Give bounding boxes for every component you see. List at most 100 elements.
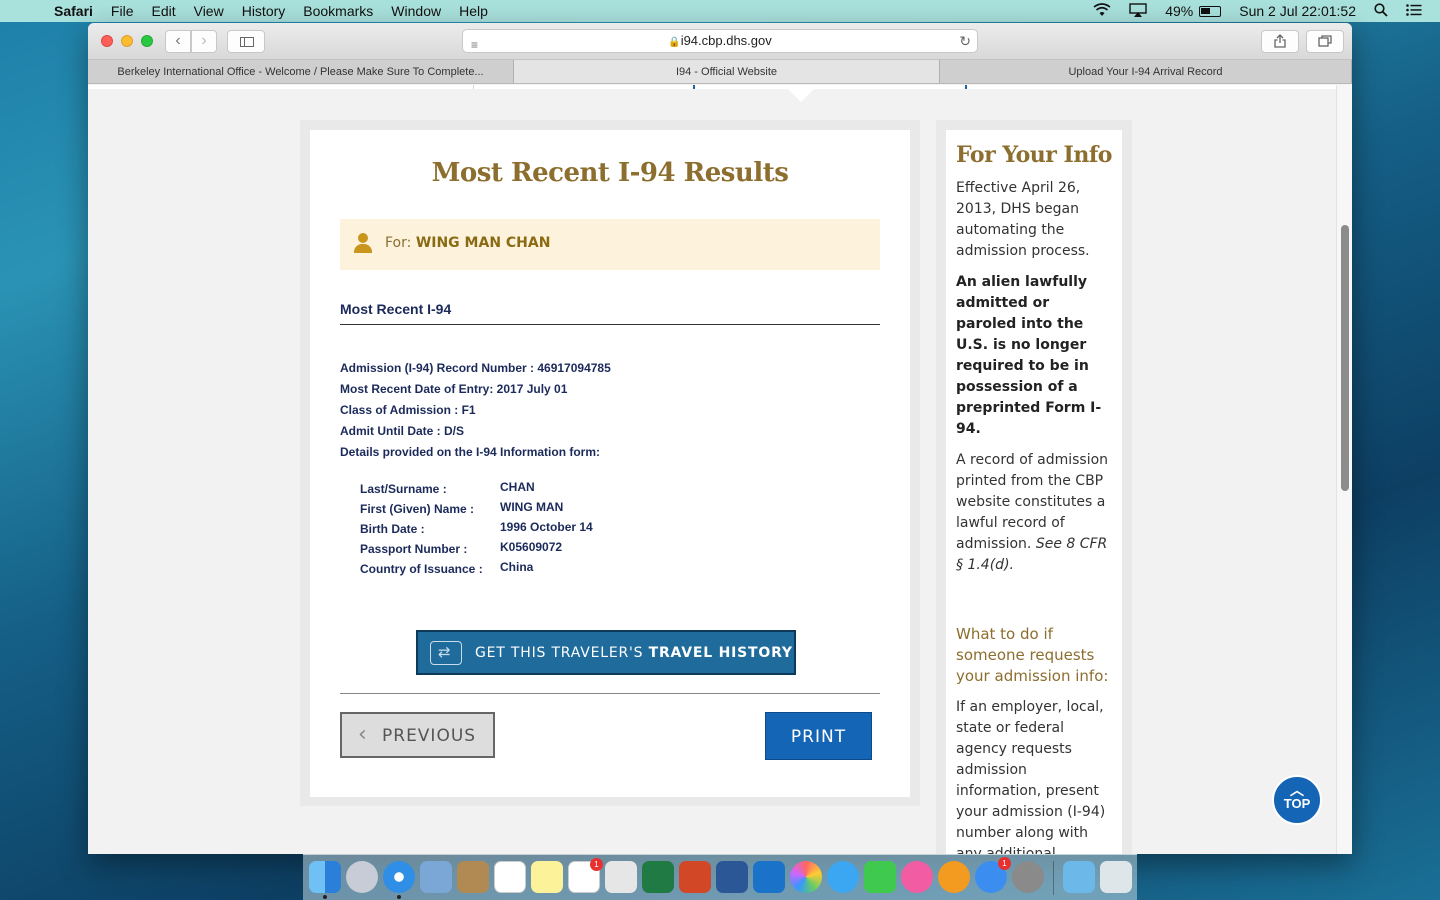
menu-window[interactable]: Window: [391, 3, 441, 19]
info-card: For Your Info Effective April 26, 2013, …: [946, 130, 1122, 854]
travel-history-button[interactable]: GET THIS TRAVELER'S TRAVEL HISTORY: [416, 630, 796, 675]
tab-i94-official[interactable]: I94 - Official Website: [514, 60, 940, 83]
traveler-label: For: WING MAN CHAN: [385, 235, 550, 251]
scrollbar-thumb[interactable]: [1341, 225, 1349, 491]
info-title: For Your Info: [956, 142, 1112, 168]
image-capture-icon[interactable]: [605, 861, 637, 893]
print-button[interactable]: PRINT: [765, 712, 872, 760]
web-page: Most Recent I-94 Results For: WING MAN C…: [88, 85, 1336, 854]
menu-edit[interactable]: Edit: [151, 3, 175, 19]
url-text: i94.cbp.dhs.gov: [680, 33, 772, 48]
back-to-top-button[interactable]: ︿ TOP: [1272, 775, 1322, 825]
chevron-left-icon: ‹: [358, 722, 368, 747]
divider: [340, 693, 880, 694]
battery-icon[interactable]: [1199, 5, 1222, 17]
detail-value: CHAN: [500, 480, 535, 494]
traveler-details: Last/Surname : CHAN First (Given) Name : W…: [360, 480, 593, 580]
person-icon: [354, 233, 372, 253]
photos-icon[interactable]: [790, 861, 822, 893]
for-label: For:: [385, 235, 412, 251]
detail-value: 1996 October 14: [500, 520, 593, 534]
details-intro: Details provided on the I-94 Information…: [340, 445, 601, 459]
spotlight-search-icon[interactable]: [1374, 2, 1388, 20]
reader-view-icon[interactable]: ≡: [471, 34, 478, 56]
notification-badge: 1: [998, 857, 1011, 870]
app-store-icon[interactable]: 1: [975, 857, 1011, 893]
traveler-name: WING MAN CHAN: [415, 235, 551, 251]
battery-percent: 49%: [1165, 3, 1194, 19]
calendar-icon[interactable]: [494, 861, 526, 893]
facetime-icon[interactable]: [864, 861, 896, 893]
finder-icon[interactable]: [309, 861, 341, 899]
page-title: Most Recent I-94 Results: [431, 158, 789, 188]
tab-berkeley[interactable]: Berkeley International Office - Welcome …: [88, 60, 514, 83]
outlook-icon[interactable]: [753, 861, 785, 893]
menu-app-safari[interactable]: Safari: [54, 3, 93, 19]
travel-history-label-bold: TRAVEL HISTORY: [648, 645, 793, 661]
contacts-icon[interactable]: [457, 861, 489, 893]
menu-view[interactable]: View: [194, 3, 224, 19]
zoom-window-button[interactable]: [141, 35, 153, 47]
detail-value: China: [500, 560, 534, 574]
detail-row: Birth Date : 1996 October 14: [360, 520, 593, 540]
sidebar-toggle-button[interactable]: [227, 30, 265, 53]
menu-history[interactable]: History: [242, 3, 286, 19]
menu-bookmarks[interactable]: Bookmarks: [303, 3, 373, 19]
airplay-icon[interactable]: [1129, 2, 1147, 20]
nav-divider: [965, 85, 967, 89]
wifi-icon[interactable]: [1093, 2, 1111, 20]
notification-center-icon[interactable]: [1406, 3, 1422, 19]
menu-help[interactable]: Help: [459, 3, 488, 19]
clock[interactable]: Sun 2 Jul 22:01:52: [1239, 3, 1356, 19]
info-sidebar: For Your Info Effective April 26, 2013, …: [936, 120, 1132, 854]
results-panel: Most Recent I-94 Results For: WING MAN C…: [300, 120, 920, 806]
dock-divider: [1053, 861, 1054, 895]
launchpad-icon[interactable]: [346, 861, 378, 893]
preview-icon[interactable]: [420, 861, 452, 893]
ibooks-icon[interactable]: [938, 861, 970, 893]
top-label: TOP: [1283, 796, 1311, 811]
safari-icon[interactable]: [383, 861, 415, 899]
admit-until-date: Admit Until Date : D/S: [340, 424, 465, 438]
menu-file[interactable]: File: [111, 3, 134, 19]
record-summary: Admission (I-94) Record Number : 4691709…: [340, 358, 611, 463]
share-button[interactable]: [1261, 30, 1299, 53]
info-paragraph: A record of admission printed from the C…: [956, 450, 1112, 576]
messages-icon[interactable]: [827, 861, 859, 893]
show-all-tabs-button[interactable]: [1306, 30, 1344, 53]
reminders-icon[interactable]: 1: [568, 858, 603, 893]
back-button[interactable]: ‹: [165, 30, 191, 53]
previous-button[interactable]: ‹ PREVIOUS: [340, 712, 495, 758]
system-preferences-icon[interactable]: [1012, 861, 1044, 893]
address-bar[interactable]: ≡ 🔒i94.cbp.dhs.gov ↻: [462, 29, 978, 53]
record-number: Admission (I-94) Record Number : 4691709…: [340, 361, 611, 375]
tab-upload-i94[interactable]: Upload Your I-94 Arrival Record: [940, 60, 1352, 83]
forward-button[interactable]: ›: [191, 30, 217, 53]
close-window-button[interactable]: [101, 35, 113, 47]
excel-icon[interactable]: [642, 861, 674, 893]
trash-icon[interactable]: [1100, 861, 1132, 893]
date-of-entry: Most Recent Date of Entry: 2017 July 01: [340, 382, 568, 396]
chevron-up-icon: ︿: [1290, 782, 1304, 798]
results-card: Most Recent I-94 Results For: WING MAN C…: [310, 130, 910, 797]
travel-history-label-prefix: GET THIS TRAVELER'S: [475, 645, 649, 661]
page-scrollbar[interactable]: [1336, 85, 1352, 854]
detail-row: Passport Number : K05609072: [360, 540, 593, 560]
travel-history-icon: [430, 641, 462, 665]
minimize-window-button[interactable]: [121, 35, 133, 47]
previous-label: PREVIOUS: [382, 726, 477, 746]
traveler-banner: For: WING MAN CHAN: [340, 219, 880, 270]
reload-icon[interactable]: ↻: [959, 30, 971, 52]
nav-divider: [473, 85, 474, 89]
lock-icon: 🔒: [668, 37, 681, 48]
downloads-folder-icon[interactable]: [1063, 861, 1095, 893]
itunes-icon[interactable]: [901, 861, 933, 893]
nav-divider: [693, 85, 695, 89]
word-icon[interactable]: [716, 861, 748, 893]
detail-label: Birth Date :: [360, 522, 425, 536]
notes-icon[interactable]: [531, 861, 563, 893]
powerpoint-icon[interactable]: [679, 861, 711, 893]
section-title: Most Recent I-94: [340, 301, 880, 325]
travel-history-label: GET THIS TRAVELER'S TRAVEL HISTORY: [475, 645, 793, 661]
nav-active-caret: [788, 89, 814, 102]
